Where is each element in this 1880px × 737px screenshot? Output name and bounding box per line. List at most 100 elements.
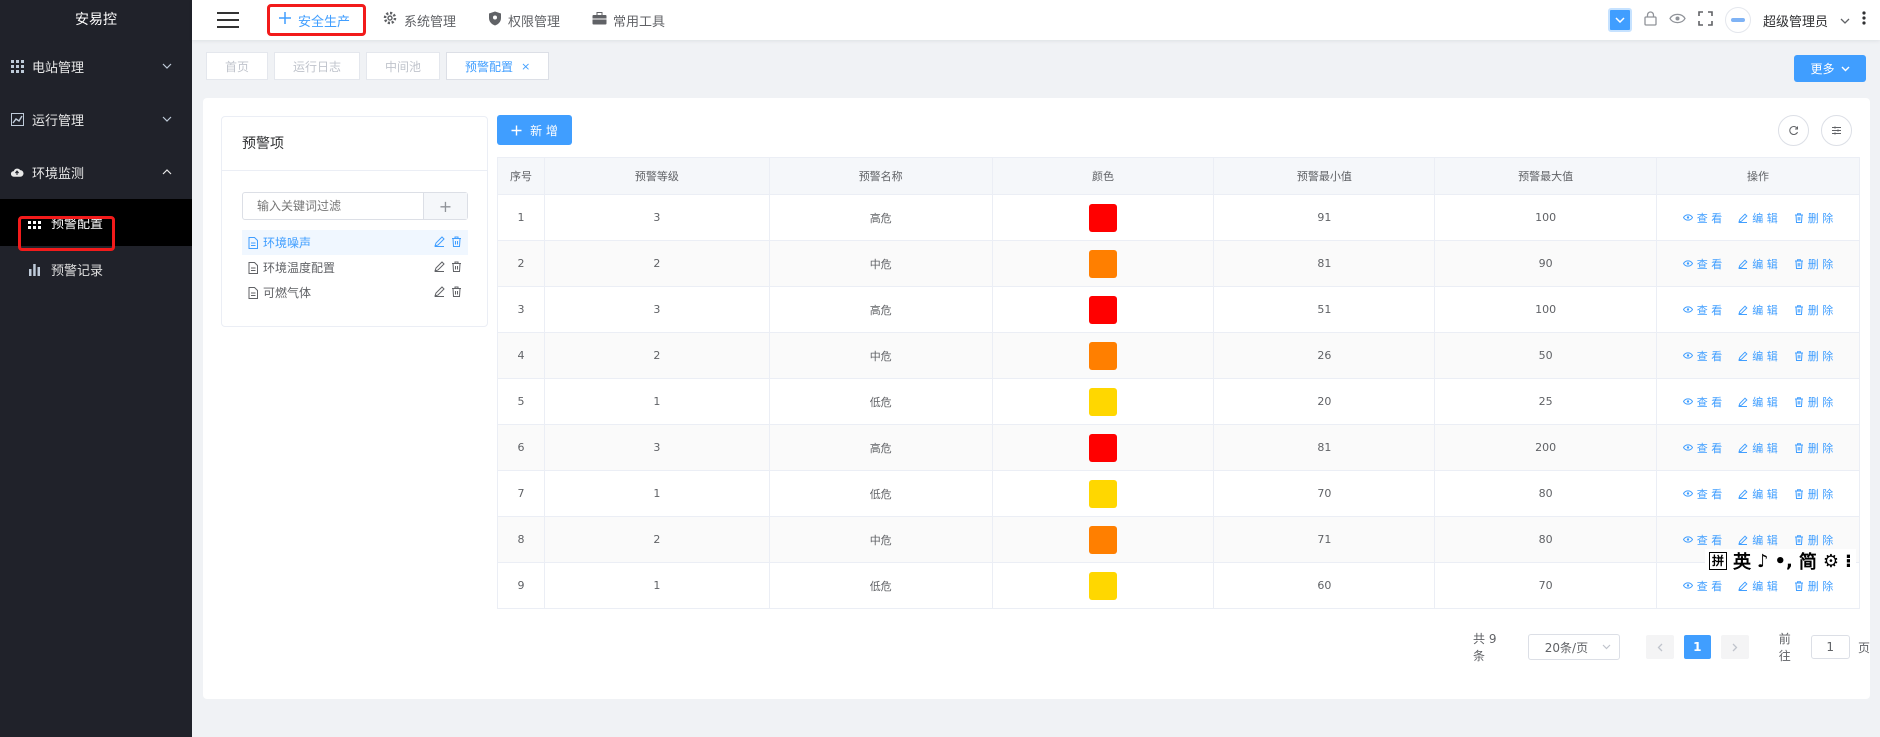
cell-no: 6 <box>497 424 545 471</box>
filter-input[interactable] <box>243 193 423 219</box>
view-button[interactable]: 查 看 <box>1682 348 1722 364</box>
view-button[interactable]: 查 看 <box>1682 394 1722 410</box>
view-button[interactable]: 查 看 <box>1682 302 1722 318</box>
refresh-button[interactable] <box>1778 115 1809 146</box>
tag-alert-config[interactable]: 预警配置 × <box>446 52 550 80</box>
edit-icon[interactable] <box>434 260 445 275</box>
delete-icon[interactable] <box>451 286 462 300</box>
tag-run-log[interactable]: 运行日志 <box>274 52 361 80</box>
chevron-down-icon[interactable] <box>1840 13 1850 28</box>
edit-button[interactable]: 编 辑 <box>1738 394 1778 410</box>
edit-button[interactable]: 编 辑 <box>1738 532 1778 548</box>
tag-home[interactable]: 首页 <box>206 52 269 80</box>
color-swatch <box>1089 479 1117 508</box>
view-button[interactable]: 查 看 <box>1682 256 1722 272</box>
page-number-active[interactable]: 1 <box>1683 635 1712 659</box>
highlight-box <box>267 4 366 36</box>
delete-icon[interactable] <box>451 236 462 250</box>
view-label: 查 看 <box>1696 579 1723 593</box>
edit-label: 编 辑 <box>1752 395 1778 409</box>
edit-button[interactable]: 编 辑 <box>1738 440 1778 456</box>
ime-simplified-toggle[interactable]: 简 <box>1799 548 1817 574</box>
tree-node[interactable]: 环境噪声 <box>242 230 468 255</box>
tag-pool[interactable]: 中间池 <box>366 52 441 80</box>
close-icon[interactable]: × <box>521 60 530 73</box>
delete-button[interactable]: 删 除 <box>1794 210 1833 226</box>
tree-node-label: 环境噪声 <box>263 236 312 250</box>
goto-page-input[interactable]: 1 <box>1810 635 1850 659</box>
ime-toolbar[interactable]: 拼 英 ♪ •, 简 ⚙ ⁝ <box>1705 549 1856 573</box>
next-page-button[interactable] <box>1721 635 1749 659</box>
tag-label: 中间池 <box>385 59 422 74</box>
dropdown-toggle-icon[interactable] <box>1607 8 1632 32</box>
ime-more-icon[interactable]: ⁝ <box>1845 551 1852 572</box>
view-button[interactable]: 查 看 <box>1682 440 1722 456</box>
ime-settings-icon[interactable]: ⚙ <box>1823 551 1839 572</box>
delete-button[interactable]: 删 除 <box>1794 394 1834 410</box>
ime-pinyin-icon[interactable]: 拼 <box>1709 552 1728 570</box>
add-button[interactable]: 新 增 <box>497 115 572 145</box>
delete-button[interactable]: 删 除 <box>1794 578 1833 594</box>
page-size-select[interactable]: 20条/页 <box>1527 634 1620 660</box>
prev-page-button[interactable] <box>1645 635 1674 659</box>
topnav-system[interactable]: 系统管理 <box>366 0 472 40</box>
add-item-button[interactable]: + <box>423 193 467 219</box>
document-icon <box>248 261 258 274</box>
delete-button[interactable]: 删 除 <box>1794 302 1833 318</box>
avatar[interactable] <box>1724 7 1751 33</box>
table-header-row: 序号 预警等级 预警名称 颜色 预警最小值 预警最大值 操作 <box>497 157 1860 195</box>
color-swatch <box>1089 433 1117 462</box>
view-button[interactable]: 查 看 <box>1682 486 1722 502</box>
lock-icon[interactable] <box>1644 10 1657 30</box>
table-row: 7 1 低危 70 80 查 看 编 辑 删 除 <box>497 470 1860 517</box>
edit-icon[interactable] <box>434 285 445 300</box>
sidebar-item-alert-records[interactable]: 预警记录 <box>0 246 192 293</box>
view-button[interactable]: 查 看 <box>1682 532 1722 548</box>
chevron-right-icon <box>1732 643 1738 651</box>
cell-level: 3 <box>544 286 770 333</box>
more-button[interactable]: 更多 <box>1794 55 1866 82</box>
edit-label: 编 辑 <box>1752 533 1778 547</box>
ime-punctuation-toggle[interactable]: •, <box>1775 551 1793 572</box>
tree-node[interactable]: 可燃气体 <box>242 280 468 305</box>
ime-english-toggle[interactable]: 英 <box>1733 548 1751 574</box>
hamburger-icon[interactable] <box>217 12 239 28</box>
cell-no: 8 <box>497 516 545 563</box>
edit-button[interactable]: 编 辑 <box>1738 486 1778 502</box>
delete-icon[interactable] <box>451 261 462 275</box>
edit-button[interactable]: 编 辑 <box>1738 302 1778 318</box>
sidebar-menu-operation[interactable]: 运行管理 <box>0 93 192 146</box>
cell-level: 1 <box>544 562 770 609</box>
edit-button[interactable]: 编 辑 <box>1738 210 1778 226</box>
delete-button[interactable]: 删 除 <box>1794 532 1833 548</box>
cell-color <box>992 562 1215 609</box>
delete-button[interactable]: 删 除 <box>1794 256 1833 272</box>
sidebar-menu-env[interactable]: 环境监测 <box>0 146 192 199</box>
delete-label: 删 除 <box>1807 395 1834 409</box>
sidebar-menu-station[interactable]: 电站管理 <box>0 40 192 93</box>
fullscreen-icon[interactable] <box>1698 10 1713 30</box>
edit-button[interactable]: 编 辑 <box>1738 578 1778 594</box>
view-button[interactable]: 查 看 <box>1682 210 1722 226</box>
eye-icon[interactable] <box>1669 13 1686 28</box>
user-name[interactable]: 超级管理员 <box>1763 11 1828 30</box>
cell-min: 20 <box>1213 378 1436 425</box>
view-button[interactable]: 查 看 <box>1682 578 1723 594</box>
alert-tree: 环境噪声 环境温度配置 可燃气体 <box>242 230 468 305</box>
tree-node[interactable]: 环境温度配置 <box>242 255 468 280</box>
ime-moon-icon[interactable]: ♪ <box>1757 551 1769 572</box>
tree-node-label: 可燃气体 <box>263 286 312 300</box>
delete-button[interactable]: 删 除 <box>1794 486 1833 502</box>
topnav-tools[interactable]: 常用工具 <box>576 0 681 40</box>
more-vertical-icon[interactable] <box>1862 11 1866 29</box>
topnav-permission[interactable]: 权限管理 <box>472 0 576 40</box>
delete-button[interactable]: 删 除 <box>1794 348 1833 364</box>
delete-button[interactable]: 删 除 <box>1794 440 1833 456</box>
cell-level: 2 <box>544 332 770 379</box>
edit-button[interactable]: 编 辑 <box>1738 256 1778 272</box>
edit-button[interactable]: 编 辑 <box>1738 348 1778 364</box>
color-swatch <box>1089 341 1117 370</box>
columns-button[interactable] <box>1821 115 1852 146</box>
edit-icon[interactable] <box>434 235 445 250</box>
column-header: 预警最大值 <box>1434 157 1658 195</box>
